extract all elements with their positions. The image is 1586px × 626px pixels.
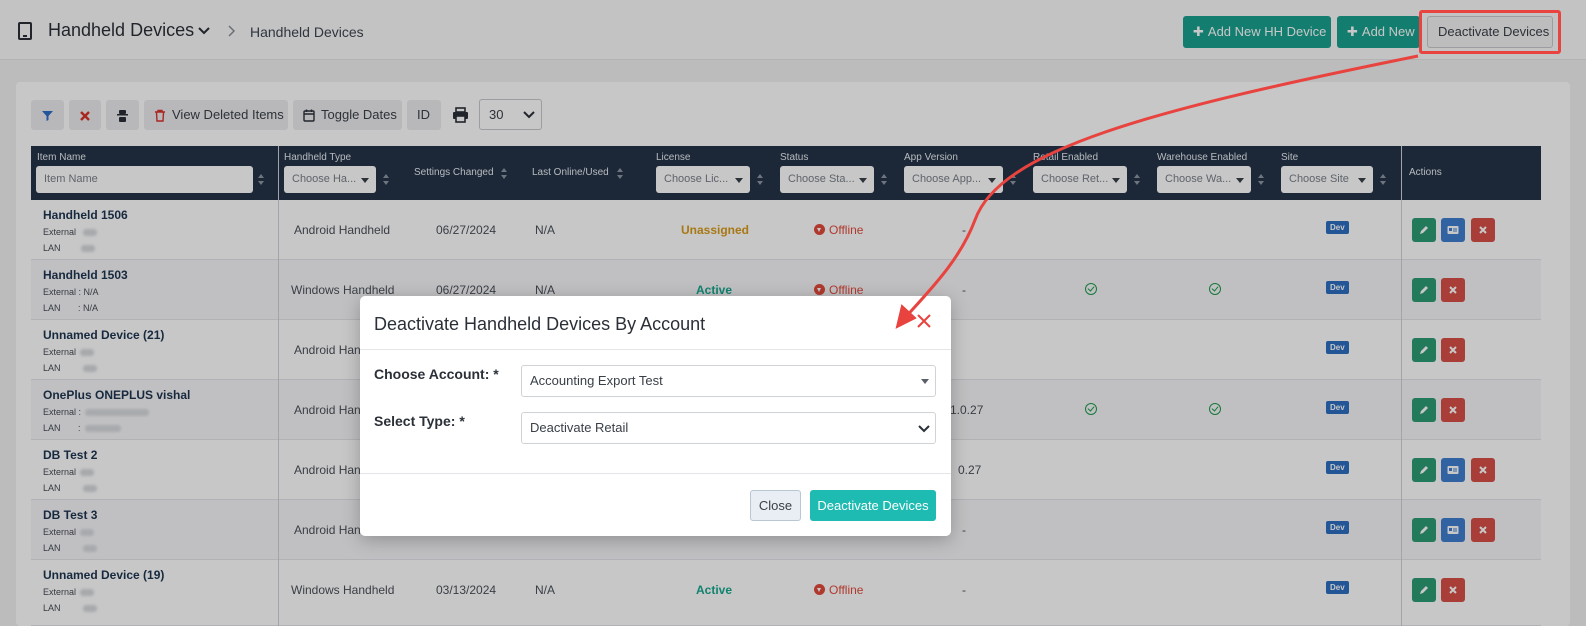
select-type-value: Deactivate Retail [530, 420, 629, 435]
choose-account-value: Accounting Export Test [530, 373, 663, 388]
divider [360, 349, 951, 350]
caret-down-icon [921, 379, 929, 384]
annotation-highlight [1419, 10, 1561, 54]
deactivate-modal: Deactivate Handheld Devices By Account C… [360, 296, 951, 536]
divider [360, 473, 951, 474]
close-button[interactable]: Close [750, 490, 801, 521]
choose-account-select[interactable]: Accounting Export Test [521, 365, 936, 397]
select-type-label: Select Type: * [374, 413, 465, 429]
close-icon[interactable] [916, 313, 932, 329]
chevron-down-icon [918, 425, 930, 433]
deactivate-devices-submit-button[interactable]: Deactivate Devices [810, 490, 936, 521]
select-type-select[interactable]: Deactivate Retail [521, 412, 936, 444]
choose-account-label: Choose Account: * [374, 366, 499, 382]
modal-title: Deactivate Handheld Devices By Account [374, 314, 706, 334]
